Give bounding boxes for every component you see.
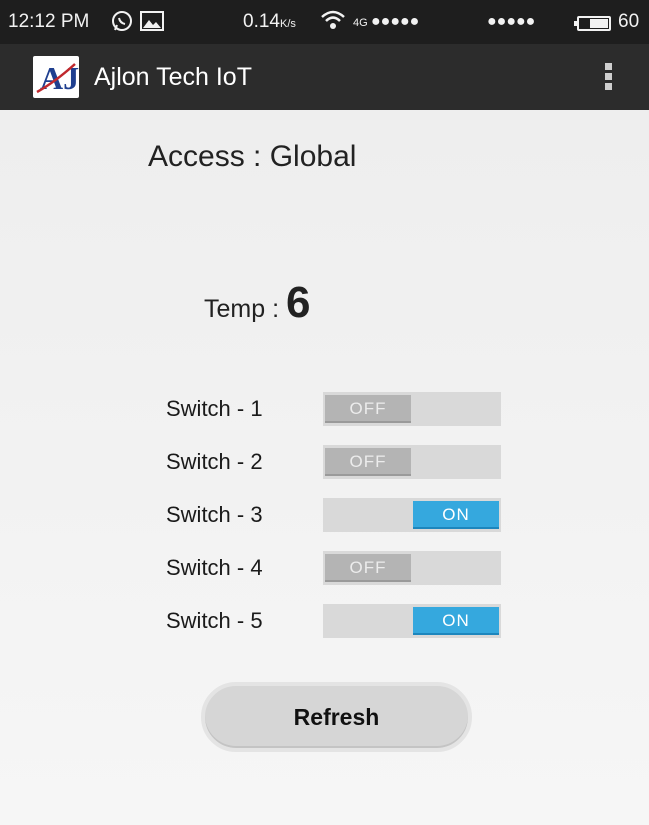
switch-row-1: Switch - 1 OFF [166,392,506,426]
toggle-state: OFF [325,554,411,582]
switch-label: Switch - 1 [166,396,263,421]
switch-2-toggle[interactable]: OFF [323,445,501,479]
battery-level: 60 [618,11,640,32]
toggle-state: OFF [325,395,411,423]
switch-4-toggle[interactable]: OFF [323,551,501,585]
wifi-icon [320,9,346,37]
toggle-state: OFF [325,448,411,476]
app-logo: AJ [33,56,79,98]
switch-label: Switch - 5 [166,608,263,633]
status-bar: 12:12 PM 0.14K/s 4G ●●●●● ●●●●● 60 [0,0,649,44]
switch-3-toggle[interactable]: ON [323,498,501,532]
toggle-state: ON [413,501,499,529]
switch-row-4: Switch - 4 OFF [166,551,506,585]
image-icon [140,10,164,38]
signal-strength-1: ●●●●● [371,13,420,30]
toggle-state: ON [413,607,499,635]
app-bar: AJ Ajlon Tech IoT [0,44,649,110]
overflow-menu-icon[interactable] [598,60,618,94]
temp-label: Temp : [204,295,286,323]
network-speed: 0.14K/s [243,11,296,32]
network-type: 4G [353,17,368,29]
switch-5-toggle[interactable]: ON [323,604,501,638]
switch-label: Switch - 3 [166,502,263,527]
clock: 12:12 PM [8,11,90,32]
temperature-readout: Temp : 6 [204,278,310,328]
main-content: Access : Global Temp : 6 Switch - 1 OFF … [0,110,649,825]
app-title: Ajlon Tech IoT [94,63,252,91]
switch-row-3: Switch - 3 ON [166,498,506,532]
switch-1-toggle[interactable]: OFF [323,392,501,426]
switch-row-5: Switch - 5 ON [166,604,506,638]
access-label: Access : Global [148,140,357,173]
signal-strength-2: ●●●●● [487,13,536,30]
switch-label: Switch - 4 [166,555,263,580]
refresh-button[interactable]: Refresh [201,682,472,752]
battery-icon [574,16,611,31]
whatsapp-icon [110,9,134,39]
temp-value: 6 [285,278,311,327]
switch-row-2: Switch - 2 OFF [166,445,506,479]
switch-label: Switch - 2 [166,449,263,474]
